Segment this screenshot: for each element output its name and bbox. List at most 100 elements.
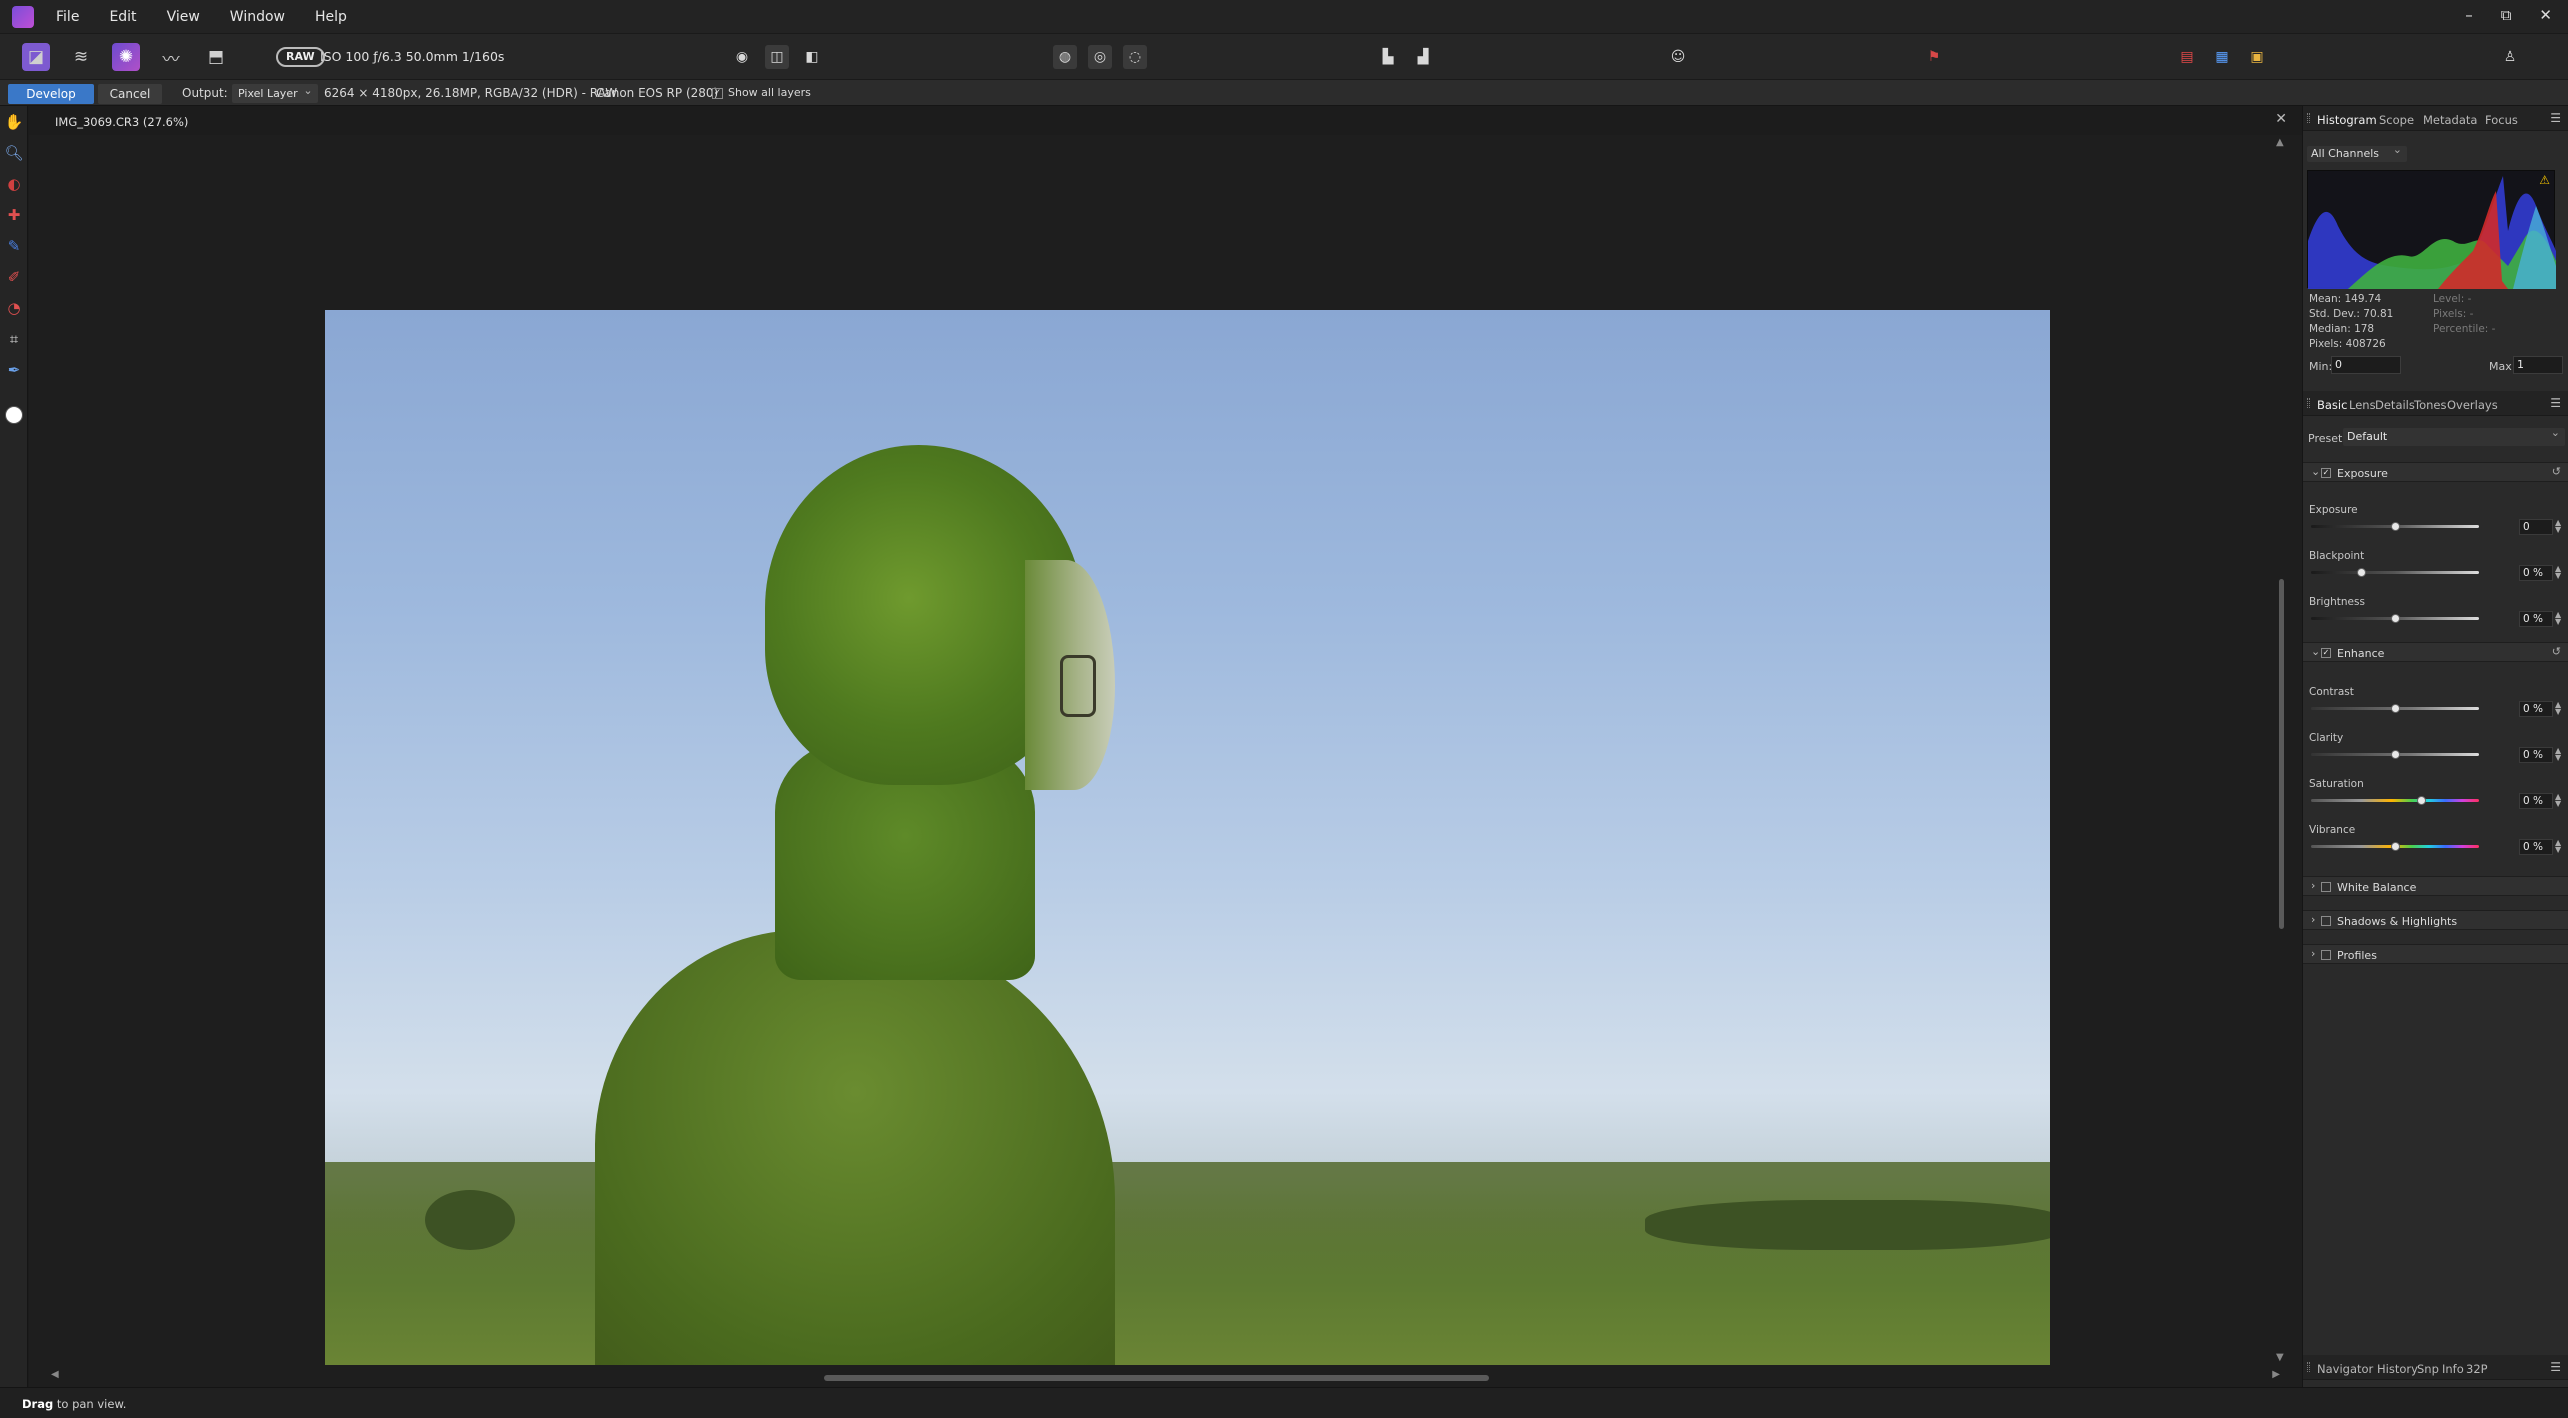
menu-window[interactable]: Window [230,9,285,25]
profiles-section-header[interactable]: › Profiles [2303,944,2568,964]
zoom-tool-icon[interactable]: 🔍︎ [0,137,28,168]
tab-focus[interactable]: Focus [2485,113,2518,127]
exposure-enable-checkbox[interactable]: ✓ [2321,468,2331,478]
tab-32p[interactable]: 32P [2466,1362,2488,1376]
exposure-spinner-icon[interactable]: ▲ ▼ [2555,519,2561,534]
blackpoint-spinner-icon[interactable]: ▲ ▼ [2555,565,2561,580]
vertical-scrollbar[interactable]: ▲ ▼ [2274,135,2302,1365]
maximize-button[interactable]: ⧉ [2501,6,2512,24]
tab-info[interactable]: Info [2442,1362,2464,1376]
brightness-slider-handle[interactable] [2390,614,2400,623]
export-persona-icon[interactable]: ⬒ [202,43,230,71]
minimize-button[interactable]: – [2465,6,2473,24]
panel-menu-icon[interactable]: ☰ [2550,396,2561,410]
profiles-enable-checkbox[interactable] [2321,950,2331,960]
photo-persona-icon[interactable]: ◪ [22,43,50,71]
close-document-icon[interactable]: ✕ [2275,111,2287,127]
clarity-value[interactable]: 0 % [2519,747,2553,763]
tab-snapshots[interactable]: Snp [2417,1362,2439,1376]
exposure-slider-handle[interactable] [2390,522,2400,531]
tab-metadata[interactable]: Metadata [2423,113,2477,127]
blackpoint-slider[interactable] [2311,571,2479,574]
pin-icon[interactable]: ⚑ [1922,45,1946,69]
enhance-section-header[interactable]: ⌄ ✓ Enhance ↺ [2303,642,2568,662]
contrast-slider-handle[interactable] [2390,704,2400,713]
shadows-highlights-enable-checkbox[interactable] [2321,916,2331,926]
tab-history[interactable]: History [2377,1362,2418,1376]
document-tab[interactable]: IMG_3069.CR3 (27.6%) ✕ [29,106,2302,135]
assistant-right-icon[interactable]: ▟ [1411,45,1435,69]
scroll-left-icon[interactable]: ◀ [51,1369,59,1380]
clipping-shadows-icon[interactable]: ◎ [1088,45,1112,69]
reset-icon[interactable]: ↺ [2552,465,2561,478]
white-balance-enable-checkbox[interactable] [2321,882,2331,892]
tab-lens[interactable]: Lens [2349,398,2376,412]
tab-histogram[interactable]: Histogram [2317,113,2377,127]
panel-grip-icon[interactable] [2307,1362,2310,1372]
horizontal-scrollbar[interactable]: ◀ ▶ [29,1365,2302,1387]
contrast-spinner-icon[interactable]: ▲ ▼ [2555,701,2561,716]
color-swatch-icon[interactable] [0,399,28,430]
chevron-right-icon[interactable]: › [2311,879,2315,892]
chevron-right-icon[interactable]: › [2311,913,2315,926]
scroll-right-icon[interactable]: ▶ [2272,1369,2280,1380]
blackpoint-value[interactable]: 0 % [2519,565,2553,581]
clarity-spinner-icon[interactable]: ▲ ▼ [2555,747,2561,762]
assistant-left-icon[interactable]: ▙ [1376,45,1400,69]
overlay-paint-tool-icon[interactable]: ✎ [0,230,28,261]
min-input[interactable]: 0 [2331,356,2401,374]
tab-details[interactable]: Details [2375,398,2415,412]
scroll-down-icon[interactable]: ▼ [2276,1352,2284,1363]
tab-overlays[interactable]: Overlays [2447,398,2498,412]
brightness-value[interactable]: 0 % [2519,611,2553,627]
chevron-right-icon[interactable]: › [2311,947,2315,960]
clipping-tones-icon[interactable]: ◌ [1123,45,1147,69]
saturation-slider[interactable] [2311,799,2479,802]
clarity-slider-handle[interactable] [2390,750,2400,759]
tab-scope[interactable]: Scope [2379,113,2414,127]
clipping-highlights-icon[interactable]: ◍ [1053,45,1077,69]
mask-red-icon[interactable]: ▤ [2175,45,2199,69]
vibrance-slider-handle[interactable] [2390,842,2400,851]
menu-help[interactable]: Help [315,9,347,25]
reset-icon[interactable]: ↺ [2552,645,2561,658]
close-window-button[interactable]: ✕ [2539,6,2552,24]
hand-tool-icon[interactable]: ✋ [0,106,28,137]
red-eye-tool-icon[interactable]: ◐ [0,168,28,199]
split-view-icon[interactable]: ◫ [765,45,789,69]
chevron-down-icon[interactable]: ⌄ [2311,645,2320,658]
preset-select[interactable]: Default [2343,424,2565,446]
horizontal-scroll-thumb[interactable] [824,1375,1489,1381]
canvas-area[interactable] [29,135,2274,1418]
mirror-view-icon[interactable]: ◧ [800,45,824,69]
enhance-enable-checkbox[interactable]: ✓ [2321,648,2331,658]
shadows-highlights-section-header[interactable]: › Shadows & Highlights [2303,910,2568,930]
menu-edit[interactable]: Edit [109,9,136,25]
develop-persona-icon[interactable]: ✺ [112,43,140,71]
menu-view[interactable]: View [167,9,200,25]
clipping-warning-icon[interactable]: ⚠ [2539,173,2550,187]
overlay-gradient-tool-icon[interactable]: ◔ [0,292,28,323]
chevron-down-icon[interactable]: ⌄ [2311,465,2320,478]
vibrance-value[interactable]: 0 % [2519,839,2553,855]
develop-button[interactable]: Develop [8,84,94,104]
account-icon[interactable]: ♙ [2498,45,2522,69]
blemish-tool-icon[interactable]: ✚ [0,199,28,230]
panel-grip-icon[interactable] [2307,113,2310,123]
mask-yellow-icon[interactable]: ▣ [2245,45,2269,69]
white-balance-section-header[interactable]: › White Balance [2303,876,2568,896]
white-balance-picker-icon[interactable]: ✒ [0,354,28,385]
panel-grip-icon[interactable] [2307,398,2310,408]
tab-navigator[interactable]: Navigator [2317,1362,2373,1376]
scroll-up-icon[interactable]: ▲ [2276,137,2284,148]
output-select[interactable]: Pixel Layer [232,81,318,103]
saturation-slider-handle[interactable] [2417,796,2427,805]
overlay-erase-tool-icon[interactable]: ✐ [0,261,28,292]
channel-select[interactable]: All Channels [2307,142,2407,162]
tab-tones[interactable]: Tones [2414,398,2446,412]
panel-menu-icon[interactable]: ☰ [2550,1360,2561,1374]
exposure-section-header[interactable]: ⌄ ✓ Exposure ↺ [2303,462,2568,482]
exposure-value[interactable]: 0 [2519,519,2553,535]
vertical-scroll-thumb[interactable] [2279,579,2284,929]
assistant-chat-icon[interactable]: ☺ [1666,45,1690,69]
